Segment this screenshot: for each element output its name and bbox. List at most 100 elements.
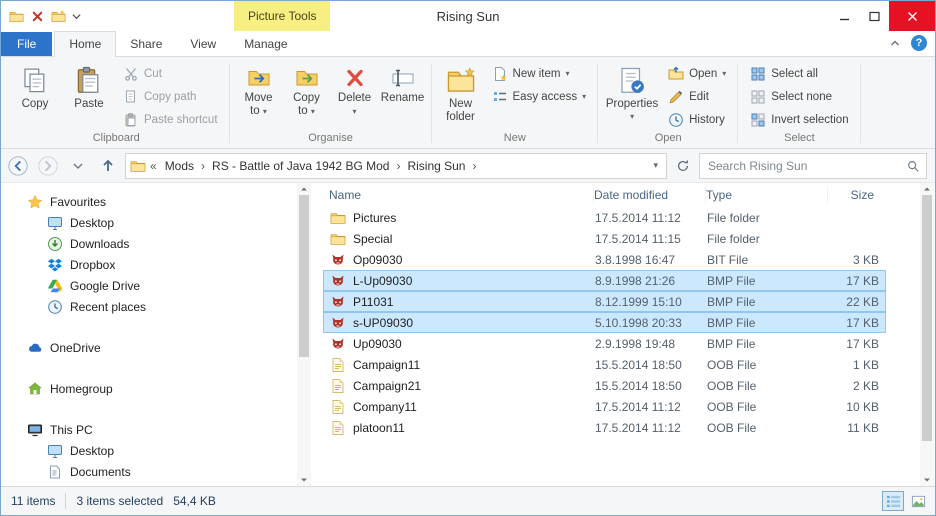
delete-icon[interactable] (30, 9, 45, 24)
tab-file[interactable]: File (1, 32, 53, 56)
minimize-button[interactable] (829, 1, 859, 31)
paste-button[interactable]: Paste (63, 62, 115, 115)
image-icon (330, 315, 346, 331)
sidebar-item-dropbox[interactable]: Dropbox (1, 254, 311, 275)
search-input[interactable] (706, 157, 906, 174)
maximize-button[interactable] (859, 1, 889, 31)
sidebar-item-favourites[interactable]: Favourites (1, 191, 311, 212)
easy-access-button[interactable]: Easy access ▾ (486, 87, 593, 107)
copy-to-button[interactable]: Copy to ▾ (284, 62, 330, 122)
file-row-op09030[interactable]: Op09030 3.8.1998 16:47 BIT File 3 KB (323, 249, 886, 270)
breadcrumb-separator[interactable]: › (393, 156, 403, 176)
search-icon[interactable] (906, 159, 920, 173)
breadcrumb-item[interactable]: Mods (161, 156, 198, 176)
title-bar: Picture Tools Rising Sun (1, 1, 935, 31)
refresh-button[interactable] (671, 153, 695, 179)
customize-quick-access-chevron-icon[interactable] (72, 12, 81, 21)
breadcrumb-overflow[interactable]: « (148, 156, 159, 176)
select-none-button[interactable]: Select none (744, 87, 854, 107)
sidebar-item-google-drive[interactable]: Google Drive (1, 275, 311, 296)
file-size: 17 KB (846, 336, 879, 351)
sidebar-item-recent-places[interactable]: Recent places (1, 296, 311, 317)
sidebar-item-downloads[interactable]: Downloads (1, 233, 311, 254)
dropdown-arrow: ▾ (310, 107, 315, 116)
minimize-ribbon-icon[interactable] (889, 37, 901, 49)
breadcrumb-separator[interactable]: › (469, 156, 479, 176)
new-folder-button[interactable]: New folder (438, 62, 484, 128)
thumbnails-view-button[interactable] (907, 491, 929, 511)
new-item-button[interactable]: New item ▾ (486, 64, 593, 84)
file-row-campaign11[interactable]: Campaign11 15.5.2014 18:50 OOB File 1 KB (323, 354, 886, 375)
tab-manage[interactable]: Manage (230, 32, 301, 56)
breadcrumb-item[interactable]: Rising Sun (403, 156, 469, 176)
file-row-special[interactable]: Special 17.5.2014 11:15 File folder (323, 228, 886, 249)
properties-button[interactable]: Properties ▾ (604, 62, 660, 125)
sidebar-item-homegroup[interactable]: Homegroup (1, 378, 311, 399)
file-row-up09030[interactable]: Up09030 2.9.1998 19:48 BMP File 17 KB (323, 333, 886, 354)
image-icon (330, 336, 346, 352)
copy-button[interactable]: Copy (9, 62, 61, 115)
scroll-up-icon[interactable] (300, 185, 308, 193)
file-row-s-up09030[interactable]: s-UP09030 5.10.1998 20:33 BMP File 17 KB (323, 312, 886, 333)
column-header-name[interactable]: Name (329, 186, 594, 204)
file-row-company11[interactable]: Company11 17.5.2014 11:12 OOB File 10 KB (323, 396, 886, 417)
breadcrumb-separator[interactable]: › (198, 156, 208, 176)
file-row-l-up09030[interactable]: L-Up09030 8.9.1998 21:26 BMP File 17 KB (323, 270, 886, 291)
address-bar[interactable]: « Mods › RS - Battle of Java 1942 BG Mod › R… (125, 152, 667, 179)
delete-button[interactable]: Delete ▾ (332, 62, 378, 122)
file-list-pane: Name Date modified Type Size Pictures 17.… (311, 183, 935, 486)
scroll-up-icon[interactable] (923, 185, 931, 193)
file-row-p11031[interactable]: P11031 8.12.1999 15:10 BMP File 22 KB (323, 291, 886, 312)
tab-share[interactable]: Share (116, 32, 176, 56)
sidebar-scrollbar[interactable] (297, 183, 311, 486)
move-to-icon (247, 66, 271, 90)
file-list-scrollbar[interactable] (920, 183, 934, 486)
new-folder-icon[interactable] (51, 9, 66, 24)
sidebar-item-onedrive[interactable]: OneDrive (1, 337, 311, 358)
rename-button[interactable]: Rename (380, 62, 426, 109)
file-date: 2.9.1998 19:48 (595, 336, 676, 351)
tab-home[interactable]: Home (54, 31, 117, 57)
sidebar-item-this-pc[interactable]: This PC (1, 419, 311, 440)
sidebar-item-documents[interactable]: Documents (1, 461, 311, 482)
picture-tools-context-tab[interactable]: Picture Tools (234, 1, 331, 31)
copy-path-button[interactable]: Copy path (117, 87, 224, 107)
column-header-type[interactable]: Type (706, 186, 828, 204)
column-header-size[interactable]: Size (828, 186, 878, 204)
sidebar-item-desktop[interactable]: Desktop (1, 212, 311, 233)
scroll-down-icon[interactable] (923, 476, 931, 484)
file-size: 1 KB (852, 357, 879, 372)
scroll-down-icon[interactable] (300, 476, 308, 484)
open-button[interactable]: Open ▾ (662, 64, 732, 84)
history-button[interactable]: History (662, 110, 732, 130)
details-view-button[interactable] (882, 491, 904, 511)
breadcrumb-item[interactable]: RS - Battle of Java 1942 BG Mod (208, 156, 393, 176)
file-row-pictures[interactable]: Pictures 17.5.2014 11:12 File folder (323, 207, 886, 228)
folder-icon[interactable] (9, 9, 24, 24)
address-dropdown-chevron-icon[interactable]: ▾ (649, 160, 662, 171)
file-row-campaign21[interactable]: Campaign21 15.5.2014 18:50 OOB File 2 KB (323, 375, 886, 396)
column-header-date-modified[interactable]: Date modified (594, 186, 706, 204)
file-row-platoon11[interactable]: platoon11 17.5.2014 11:12 OOB File 11 KB (323, 417, 886, 438)
up-button[interactable] (95, 153, 121, 179)
homegroup-icon (27, 381, 43, 397)
folder-icon (330, 210, 346, 226)
paste-shortcut-icon (123, 112, 139, 128)
sidebar-item-desktop[interactable]: Desktop (1, 440, 311, 461)
edit-button[interactable]: Edit (662, 87, 732, 107)
file-date: 15.5.2014 18:50 (595, 378, 682, 393)
tab-view[interactable]: View (176, 32, 230, 56)
help-icon[interactable]: ? (911, 35, 927, 51)
paste-shortcut-button[interactable]: Paste shortcut (117, 110, 224, 130)
select-all-button[interactable]: Select all (744, 64, 854, 84)
recent-locations-chevron-icon[interactable] (65, 153, 91, 179)
cut-button[interactable]: Cut (117, 64, 224, 84)
file-date: 17.5.2014 11:12 (595, 210, 681, 225)
back-button[interactable] (5, 153, 31, 179)
close-button[interactable] (889, 1, 935, 31)
move-to-button[interactable]: Move to ▾ (236, 62, 282, 122)
forward-button[interactable] (35, 153, 61, 179)
file-size: 17 KB (846, 273, 879, 288)
selected-count: 3 items selected (76, 494, 164, 508)
invert-selection-button[interactable]: Invert selection (744, 110, 854, 130)
